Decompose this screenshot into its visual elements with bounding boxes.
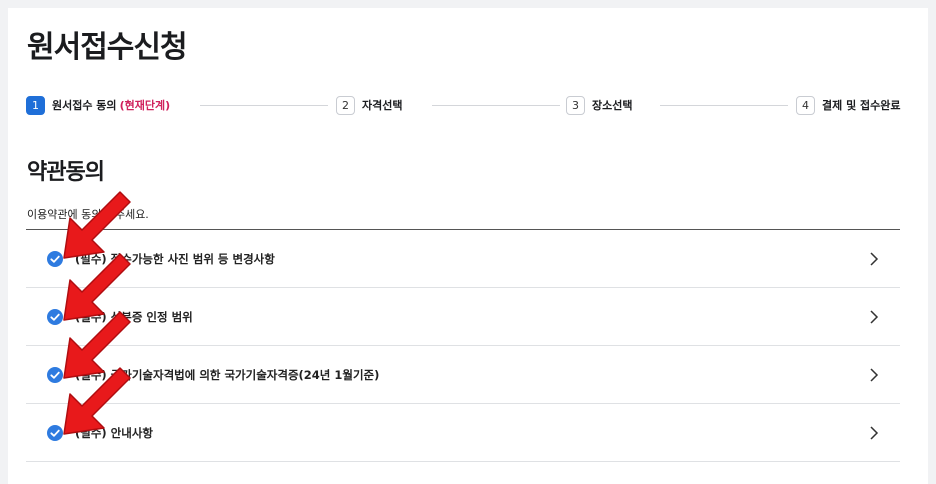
step-connector	[200, 105, 328, 106]
step-number: 1	[26, 95, 45, 115]
step-number: 3	[566, 95, 585, 115]
check-circle-icon[interactable]	[47, 424, 63, 441]
terms-list: (필수) 접수가능한 사진 범위 등 변경사항 (필수) 신분증 인정 범위 (…	[26, 229, 900, 462]
section-description: 이용약관에 동의해 주세요.	[27, 208, 149, 221]
content-panel: 원서접수신청 1 원서접수 동의 (현재단계) 2 자격선택 3 장소선택 4 …	[8, 8, 928, 484]
step-connector	[432, 105, 560, 106]
step-2: 2 자격선택	[336, 94, 402, 116]
term-label: (필수) 국가기술자격법에 의한 국가기술자격증(24년 1월기준)	[75, 367, 380, 382]
step-1: 1 원서접수 동의 (현재단계)	[26, 94, 170, 116]
step-3: 3 장소선택	[566, 94, 632, 116]
page-title: 원서접수신청	[27, 30, 188, 65]
term-label: (필수) 안내사항	[75, 425, 153, 440]
term-row[interactable]: (필수) 접수가능한 사진 범위 등 변경사항	[26, 230, 900, 288]
term-label: (필수) 신분증 인정 범위	[75, 309, 193, 324]
term-row[interactable]: (필수) 안내사항	[26, 404, 900, 462]
step-connector	[660, 105, 788, 106]
check-circle-icon[interactable]	[47, 366, 63, 383]
step-label: 자격선택	[362, 99, 403, 112]
check-circle-icon[interactable]	[47, 308, 63, 325]
step-label: 원서접수 동의	[52, 99, 117, 112]
chevron-right-icon[interactable]	[868, 424, 880, 442]
step-label: 결제 및 접수완료	[822, 99, 901, 112]
step-label: 장소선택	[592, 99, 633, 112]
chevron-right-icon[interactable]	[868, 250, 880, 268]
check-circle-icon[interactable]	[47, 250, 63, 267]
term-row[interactable]: (필수) 국가기술자격법에 의한 국가기술자격증(24년 1월기준)	[26, 346, 900, 404]
term-row[interactable]: (필수) 신분증 인정 범위	[26, 288, 900, 346]
step-indicator: 1 원서접수 동의 (현재단계) 2 자격선택 3 장소선택 4 결제 및 접수…	[26, 94, 914, 116]
section-title: 약관동의	[27, 160, 105, 185]
step-number: 2	[336, 95, 355, 115]
term-label: (필수) 접수가능한 사진 범위 등 변경사항	[75, 251, 275, 266]
current-step-badge: (현재단계)	[119, 99, 171, 112]
chevron-right-icon[interactable]	[868, 366, 880, 384]
step-number: 4	[796, 95, 815, 115]
step-4: 4 결제 및 접수완료	[796, 94, 901, 116]
chevron-right-icon[interactable]	[868, 308, 880, 326]
